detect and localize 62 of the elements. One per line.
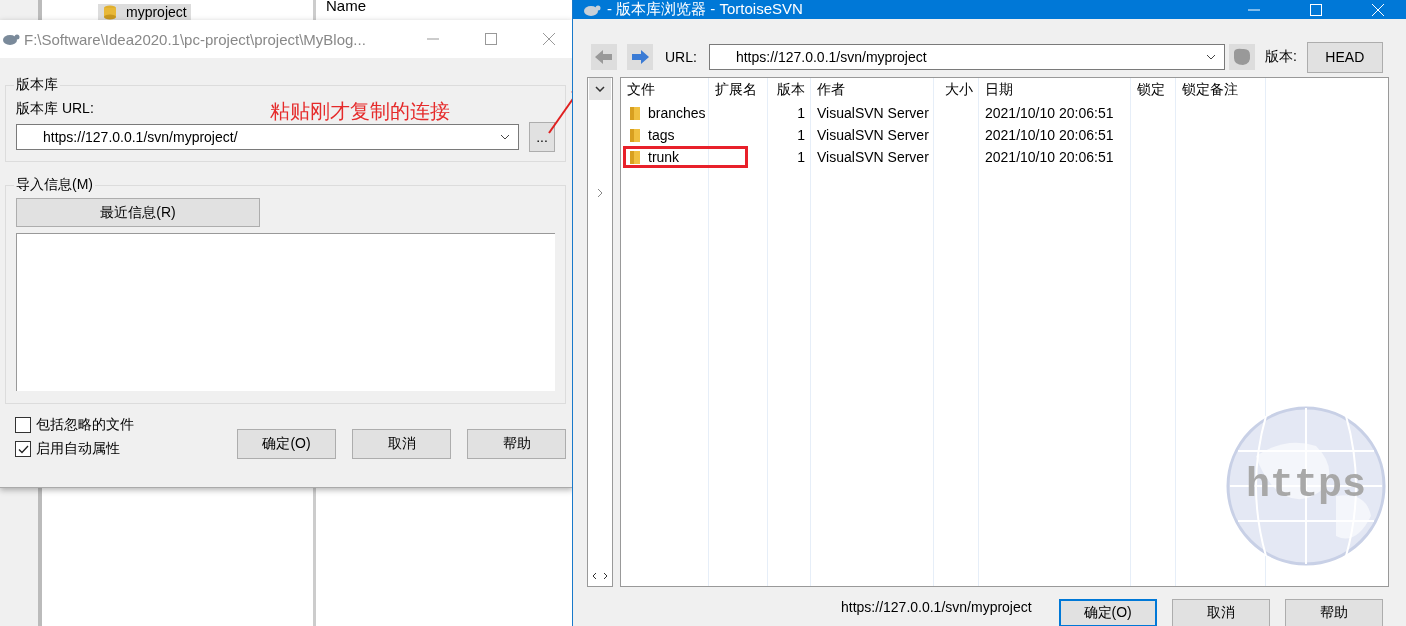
dialog-button[interactable]: 确定(O)	[1058, 599, 1157, 626]
column-header[interactable]: 文件	[621, 81, 709, 99]
scroll-arrows-icon[interactable]	[591, 572, 609, 580]
url-label: URL:	[665, 49, 697, 65]
collapse-button[interactable]	[589, 78, 611, 100]
folder-icon	[630, 128, 640, 142]
checkbox-label: 包括忽略的文件	[36, 416, 134, 434]
revision-button[interactable]: HEAD	[1306, 41, 1383, 73]
table-cell-text: 2021/10/10 20:06:51	[984, 127, 1115, 143]
file-name-cell[interactable]: tags	[626, 127, 714, 143]
table-cell-text: 1	[796, 149, 806, 165]
column-header[interactable]: 锁定备注	[1176, 81, 1266, 99]
status-url: https://127.0.0.1/svn/myproject	[841, 599, 1032, 615]
checkbox[interactable]	[15, 417, 31, 433]
group-label: 版本库	[15, 76, 59, 94]
chevron-icon[interactable]	[597, 188, 603, 198]
file-name-cell[interactable]: branches	[626, 105, 714, 121]
checkbox-label: 启用自动属性	[36, 440, 120, 458]
turtle-icon	[2, 32, 20, 46]
dropdown-icon	[500, 134, 510, 140]
recent-messages-button[interactable]: 最近信息(R)	[16, 198, 260, 227]
column-header[interactable]: Name	[326, 0, 366, 14]
column-header[interactable]: 版本	[768, 81, 811, 99]
dialog-button[interactable]: 确定(O)	[237, 429, 336, 459]
url-label: 版本库 URL:	[16, 100, 94, 118]
annotation-text: 粘贴刚才复制的连接	[270, 99, 450, 124]
column-header[interactable]: 扩展名	[709, 81, 768, 99]
window-title: - 版本库浏览器 - TortoiseSVN	[607, 0, 803, 19]
dropdown-icon	[1205, 54, 1216, 60]
browse-button[interactable]: ...	[529, 122, 555, 152]
message-input[interactable]	[16, 233, 555, 391]
column-header[interactable]: 大小	[934, 81, 979, 99]
chevron-down-icon	[595, 86, 605, 92]
table-cell-text: VisualSVN Server	[816, 149, 930, 165]
tree-item[interactable]: myproject	[98, 4, 191, 20]
table-cell-text: 1	[796, 127, 806, 143]
folder-icon	[630, 106, 640, 120]
window-title: F:\Software\Idea2020.1\pc-project\project\MyBlog...	[24, 30, 366, 48]
dialog-button[interactable]: 帮助	[467, 429, 566, 459]
dialog-button[interactable]: 取消	[352, 429, 451, 459]
table-cell-text: 1	[796, 105, 806, 121]
column-header[interactable]: 锁定	[1131, 81, 1176, 99]
group-label: 导入信息(M)	[15, 176, 94, 194]
blob-icon[interactable]	[1228, 44, 1255, 70]
maximize-icon[interactable]	[484, 32, 498, 46]
url-combobox[interactable]: https://127.0.0.1/svn/myproject/	[16, 124, 519, 150]
table-cell-text: 2021/10/10 20:06:51	[984, 149, 1115, 165]
file-name-cell[interactable]: trunk	[626, 149, 714, 165]
column-header[interactable]: 作者	[811, 81, 934, 99]
table-cell-text: VisualSVN Server	[816, 127, 930, 143]
database-icon	[102, 4, 118, 20]
dialog-button[interactable]: 帮助	[1284, 599, 1383, 626]
checkbox[interactable]	[15, 441, 31, 457]
close-icon[interactable]	[542, 32, 556, 46]
table-cell-text: VisualSVN Server	[816, 105, 930, 121]
url-combobox[interactable]: https://127.0.0.1/svn/myproject	[708, 44, 1225, 70]
column-header[interactable]: 日期	[979, 81, 1131, 99]
folder-icon	[630, 150, 640, 164]
globe-drawing: https	[1226, 406, 1386, 566]
dialog-button[interactable]: 取消	[1171, 599, 1270, 626]
table-cell-text: 2021/10/10 20:06:51	[984, 105, 1115, 121]
revision-label: 版本:	[1264, 48, 1297, 66]
